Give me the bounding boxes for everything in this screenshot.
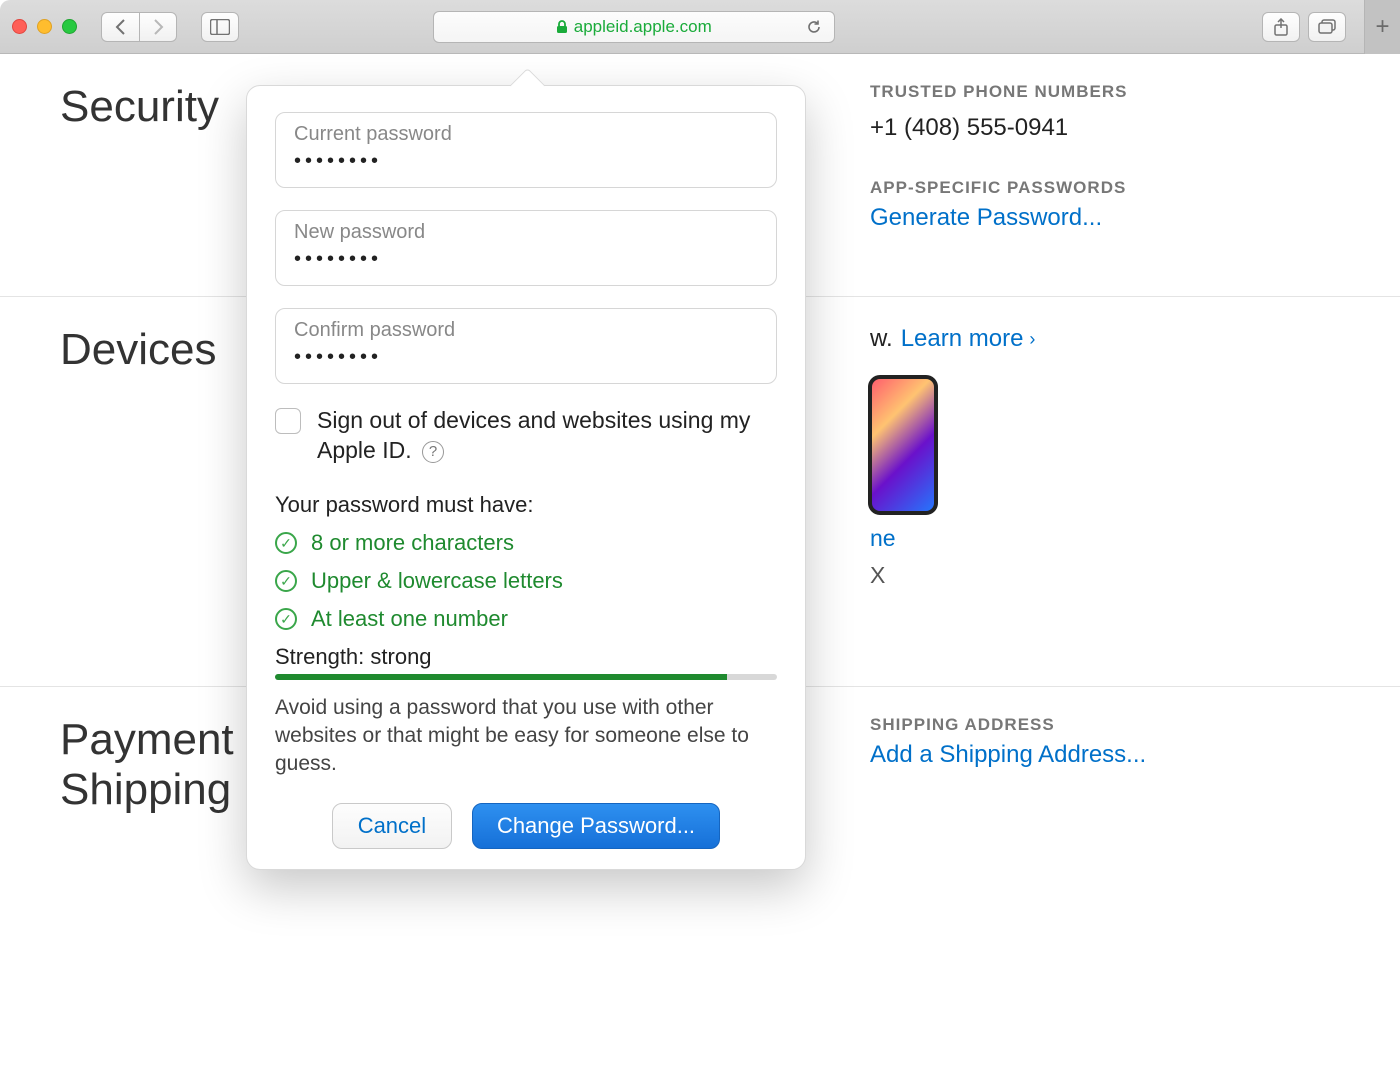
trusted-phone-value: +1 (408) 555-0941 bbox=[870, 114, 1340, 142]
forward-button[interactable] bbox=[139, 12, 177, 42]
new-password-label: New password bbox=[294, 221, 758, 244]
reload-icon[interactable] bbox=[806, 19, 822, 35]
back-button[interactable] bbox=[101, 12, 139, 42]
cancel-button[interactable]: Cancel bbox=[332, 803, 452, 849]
shipping-address-label: SHIPPING ADDRESS bbox=[870, 715, 1340, 735]
address-bar[interactable]: appleid.apple.com bbox=[433, 11, 835, 43]
browser-toolbar: appleid.apple.com + bbox=[0, 0, 1400, 54]
add-shipping-link[interactable]: Add a Shipping Address... bbox=[870, 741, 1340, 769]
new-password-value: •••••••• bbox=[294, 248, 758, 271]
trusted-phone-label: TRUSTED PHONE NUMBERS bbox=[870, 82, 1340, 102]
requirement-length: ✓ 8 or more characters bbox=[275, 530, 777, 556]
lock-icon bbox=[556, 20, 568, 34]
device-name-suffix: ne bbox=[870, 525, 1340, 552]
strength-label: Strength: strong bbox=[275, 644, 777, 670]
app-specific-label: APP-SPECIFIC PASSWORDS bbox=[870, 178, 1340, 198]
change-password-popover: Current password •••••••• New password •… bbox=[246, 85, 806, 870]
requirement-case: ✓ Upper & lowercase letters bbox=[275, 568, 777, 594]
requirement-number: ✓ At least one number bbox=[275, 606, 777, 632]
confirm-password-label: Confirm password bbox=[294, 319, 758, 342]
nav-buttons bbox=[101, 12, 177, 42]
strength-meter-fill bbox=[275, 674, 727, 680]
new-password-field[interactable]: New password •••••••• bbox=[275, 210, 777, 286]
current-password-label: Current password bbox=[294, 123, 758, 146]
change-password-button[interactable]: Change Password... bbox=[472, 803, 720, 849]
confirm-password-field[interactable]: Confirm password •••••••• bbox=[275, 308, 777, 384]
current-password-value: •••••••• bbox=[294, 150, 758, 173]
requirements-title: Your password must have: bbox=[275, 492, 777, 518]
tabs-button[interactable] bbox=[1308, 12, 1346, 42]
check-icon: ✓ bbox=[275, 608, 297, 630]
maximize-window-icon[interactable] bbox=[62, 19, 77, 34]
check-icon: ✓ bbox=[275, 570, 297, 592]
current-password-field[interactable]: Current password •••••••• bbox=[275, 112, 777, 188]
signout-label: Sign out of devices and websites using m… bbox=[317, 406, 777, 466]
share-button[interactable] bbox=[1262, 12, 1300, 42]
address-url: appleid.apple.com bbox=[574, 17, 712, 37]
generate-password-link[interactable]: Generate Password... bbox=[870, 204, 1340, 232]
learn-more-link[interactable]: Learn more › bbox=[901, 325, 1036, 353]
check-icon: ✓ bbox=[275, 532, 297, 554]
chevron-right-icon: › bbox=[1029, 329, 1035, 350]
help-icon[interactable]: ? bbox=[422, 441, 444, 463]
password-hint: Avoid using a password that you use with… bbox=[275, 694, 777, 779]
window-controls bbox=[12, 19, 77, 34]
sidebar-button[interactable] bbox=[201, 12, 239, 42]
devices-text-trail: w. bbox=[870, 325, 893, 353]
device-thumbnail[interactable] bbox=[868, 375, 938, 515]
close-window-icon[interactable] bbox=[12, 19, 27, 34]
confirm-password-value: •••••••• bbox=[294, 346, 758, 369]
minimize-window-icon[interactable] bbox=[37, 19, 52, 34]
signout-checkbox[interactable] bbox=[275, 408, 301, 434]
new-tab-button[interactable]: + bbox=[1364, 0, 1400, 54]
device-model-suffix: X bbox=[870, 562, 1340, 589]
strength-meter bbox=[275, 674, 777, 680]
